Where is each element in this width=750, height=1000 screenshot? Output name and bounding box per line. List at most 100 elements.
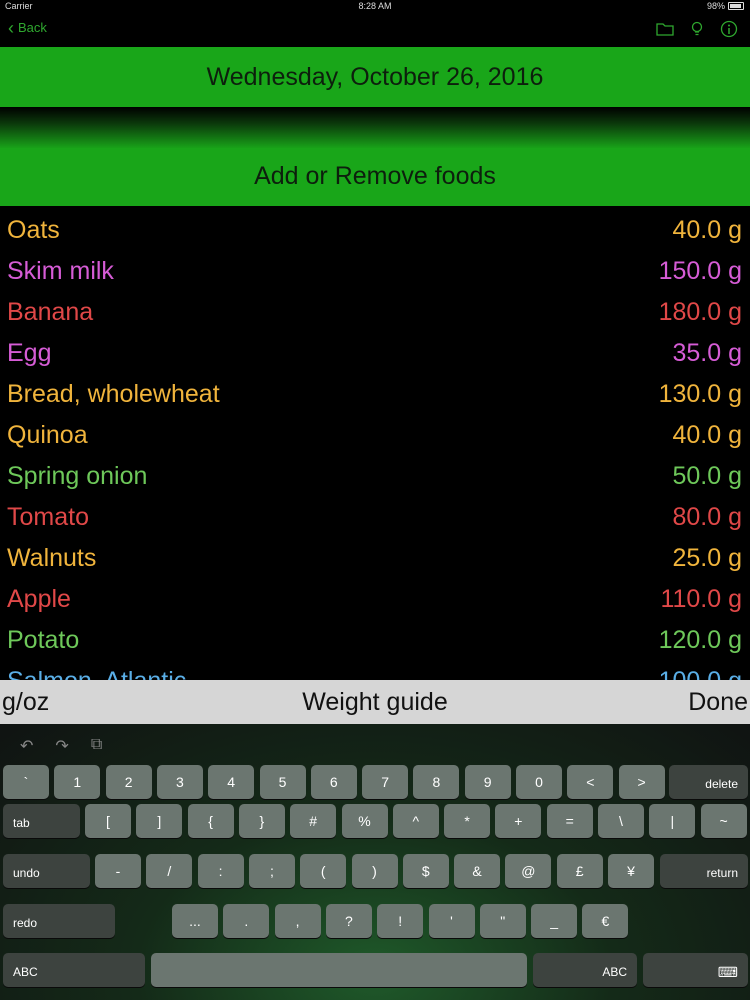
food-row[interactable]: Tomato 80.0 g [0, 497, 750, 538]
tab-key[interactable]: tab [3, 804, 80, 838]
key[interactable]: \ [598, 804, 644, 838]
key[interactable]: ? [325, 904, 372, 938]
date-banner[interactable]: Wednesday, October 26, 2016 [0, 47, 750, 107]
nav-actions [656, 20, 738, 38]
key[interactable]: 2 [105, 765, 152, 799]
battery-icon [728, 2, 744, 10]
food-row[interactable]: Salmon, Atlantic 100.0 g [0, 661, 750, 680]
key[interactable]: ` [3, 765, 49, 799]
key[interactable]: @ [505, 854, 552, 888]
key[interactable]: ) [351, 854, 398, 888]
key[interactable]: ~ [700, 804, 747, 838]
clipboard-icon[interactable]: ⧉ [91, 736, 102, 756]
food-list: Oats 40.0 g Skim milk 150.0 g Banana 180.0 g E… [0, 210, 750, 680]
battery-indicator: 98% [707, 1, 744, 11]
key[interactable]: } [238, 804, 285, 838]
lightbulb-icon[interactable] [688, 20, 706, 38]
key[interactable]: £ [556, 854, 603, 888]
key[interactable]: & [454, 854, 501, 888]
folder-icon[interactable] [656, 20, 674, 38]
food-row[interactable]: Potato 120.0 g [0, 620, 750, 661]
key[interactable]: _ [531, 904, 578, 938]
food-name: Tomato [7, 503, 89, 531]
key[interactable]: [ [85, 804, 131, 838]
key[interactable]: 8 [413, 765, 460, 799]
food-name: Spring onion [7, 462, 148, 490]
key[interactable]: ] [136, 804, 183, 838]
key[interactable]: 0 [516, 765, 562, 799]
key[interactable]: * [444, 804, 491, 838]
key[interactable]: 3 [156, 765, 203, 799]
key[interactable]: ¥ [608, 854, 654, 888]
undo-key[interactable]: undo [3, 854, 90, 888]
food-name: Skim milk [7, 257, 114, 285]
weight-guide-toolbar: g/oz Weight guide Done [0, 680, 750, 724]
food-row[interactable]: Spring onion 50.0 g [0, 456, 750, 497]
status-time: 8:28 AM [358, 1, 392, 11]
navigation-bar: ‹ Back [0, 14, 750, 46]
space-key[interactable] [151, 953, 527, 987]
key[interactable]: 4 [208, 765, 255, 799]
key[interactable]: ^ [392, 804, 439, 838]
food-row[interactable]: Apple 110.0 g [0, 579, 750, 620]
food-amount: 120.0 g [658, 626, 742, 654]
key[interactable]: € [582, 904, 629, 938]
weight-guide-title: Weight guide [302, 688, 448, 716]
food-name: Quinoa [7, 421, 88, 449]
key[interactable]: - [95, 854, 141, 888]
key[interactable]: ! [377, 904, 424, 938]
food-amount: 50.0 g [672, 462, 742, 490]
food-row[interactable]: Walnuts 25.0 g [0, 538, 750, 579]
food-row[interactable]: Bread, wholewheat 130.0 g [0, 374, 750, 415]
key[interactable]: $ [402, 854, 449, 888]
food-row[interactable]: Skim milk 150.0 g [0, 251, 750, 292]
key[interactable]: 1 [54, 765, 101, 799]
key[interactable]: { [187, 804, 234, 838]
add-remove-foods-button[interactable]: Add or Remove foods [0, 148, 750, 206]
food-name: Egg [7, 339, 52, 367]
abc-key[interactable]: ABC [533, 953, 637, 987]
info-icon[interactable] [720, 20, 738, 38]
key[interactable]: 9 [464, 765, 511, 799]
done-button[interactable]: Done [688, 688, 748, 717]
key[interactable]: = [546, 804, 593, 838]
key[interactable]: 7 [362, 765, 409, 799]
status-bar: Carrier 8:28 AM 98% [0, 0, 750, 14]
food-row[interactable]: Oats 40.0 g [0, 210, 750, 251]
key[interactable]: ; [248, 854, 295, 888]
key[interactable]: , [274, 904, 321, 938]
key[interactable]: ' [428, 904, 475, 938]
food-amount: 100.0 g [659, 667, 742, 680]
key[interactable]: ... [172, 904, 218, 938]
food-amount: 40.0 g [672, 421, 742, 449]
hide-keyboard-key[interactable]: ⌨ [643, 953, 748, 987]
delete-key[interactable]: delete [669, 765, 748, 799]
food-name: Banana [7, 298, 94, 326]
food-row[interactable]: Quinoa 40.0 g [0, 415, 750, 456]
food-name: Apple [7, 585, 71, 613]
key[interactable]: < [567, 765, 614, 799]
redo-arrow-icon[interactable]: ↷ [55, 736, 68, 756]
key[interactable]: 6 [310, 765, 357, 799]
key[interactable]: . [223, 904, 270, 938]
key[interactable]: : [197, 854, 244, 888]
key[interactable]: > [618, 765, 665, 799]
key[interactable]: # [290, 804, 337, 838]
key[interactable]: ( [300, 854, 347, 888]
key[interactable]: + [495, 804, 542, 838]
food-row[interactable]: Banana 180.0 g [0, 292, 750, 333]
back-button[interactable]: ‹ Back [8, 19, 47, 37]
food-row[interactable]: Egg 35.0 g [0, 333, 750, 374]
key[interactable]: | [649, 804, 696, 838]
redo-key[interactable]: redo [3, 904, 115, 938]
food-amount: 130.0 g [658, 380, 742, 408]
return-key[interactable]: return [660, 854, 748, 888]
key[interactable]: % [341, 804, 388, 838]
food-amount: 110.0 g [660, 585, 742, 613]
key[interactable]: 5 [259, 765, 306, 799]
undo-arrow-icon[interactable]: ↶ [20, 736, 33, 756]
key[interactable]: " [479, 904, 526, 938]
food-amount: 150.0 g [658, 257, 742, 285]
key[interactable]: / [146, 854, 193, 888]
abc-key[interactable]: ABC [3, 953, 145, 987]
